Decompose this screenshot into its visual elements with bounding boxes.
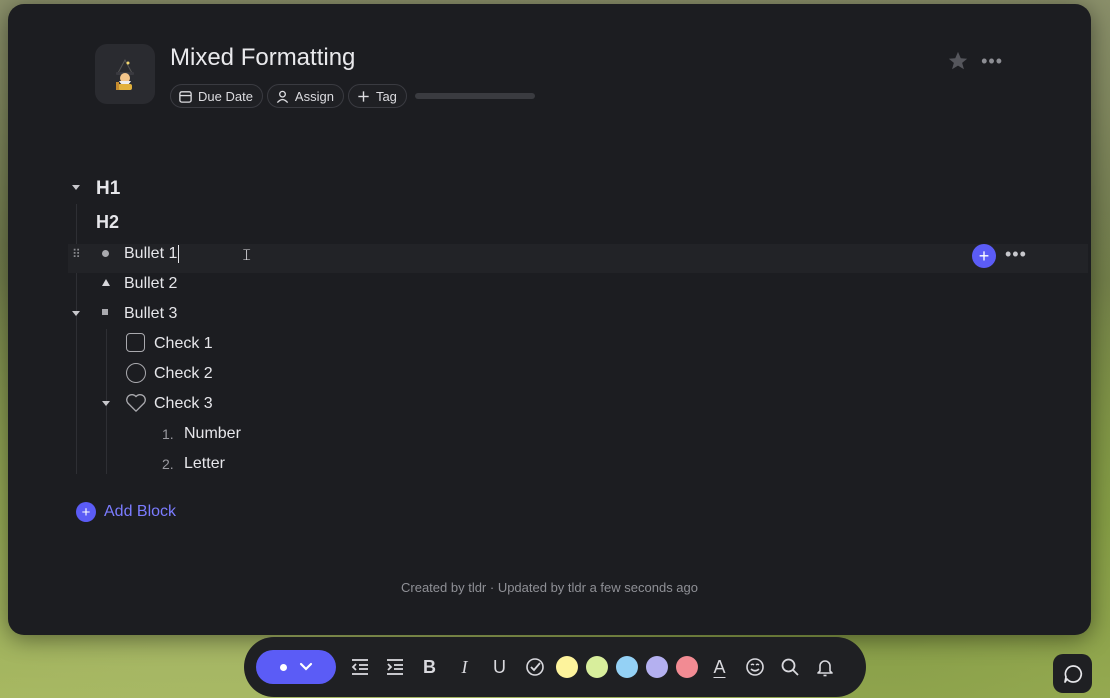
underline-button[interactable]: U bbox=[482, 650, 517, 684]
search-icon bbox=[781, 658, 799, 676]
highlight-blue-swatch[interactable] bbox=[616, 656, 638, 678]
page-actions: ••• bbox=[947, 50, 1003, 72]
heading-2-text: H2 bbox=[96, 212, 120, 232]
due-date-label: Due Date bbox=[198, 88, 253, 104]
add-block-plus-icon: + bbox=[76, 502, 96, 522]
wizard-icon bbox=[116, 58, 134, 90]
due-date-button[interactable]: Due Date bbox=[170, 84, 263, 108]
search-button[interactable] bbox=[772, 650, 807, 684]
bold-button[interactable]: B bbox=[412, 650, 447, 684]
number-text: Number bbox=[184, 425, 241, 442]
page-emoji-icon[interactable] bbox=[95, 44, 155, 104]
checkbox-heart-icon[interactable] bbox=[125, 393, 147, 413]
bullet-3-text: Bullet 3 bbox=[124, 305, 178, 322]
plus-icon bbox=[358, 90, 369, 102]
text-cursor bbox=[178, 245, 180, 263]
bell-icon bbox=[816, 660, 833, 677]
page-properties: Due Date Assign Tag bbox=[170, 84, 535, 108]
row-more-icon[interactable]: ••• bbox=[1005, 245, 1027, 263]
assign-button[interactable]: Assign bbox=[266, 84, 344, 108]
i-beam-cursor-icon: 𝙸 bbox=[241, 247, 253, 264]
star-icon[interactable] bbox=[947, 50, 969, 72]
text-color-button[interactable]: A bbox=[702, 650, 737, 684]
formatting-toolbar: B I U A bbox=[244, 637, 866, 697]
check-3-indent-guide bbox=[106, 419, 107, 474]
tag-button[interactable]: Tag bbox=[347, 84, 407, 108]
numbered-item-2[interactable]: 2. Letter bbox=[162, 455, 225, 473]
check-circle-icon bbox=[525, 658, 544, 676]
h1-collapse-caret[interactable] bbox=[72, 185, 80, 190]
outdent-button[interactable] bbox=[342, 650, 377, 684]
chevron-down-icon bbox=[299, 662, 312, 671]
bullet-triangle-icon bbox=[102, 279, 110, 286]
bullet-2-text: Bullet 2 bbox=[124, 275, 178, 292]
bullet-3[interactable]: Bullet 3 bbox=[124, 305, 177, 323]
heading-1[interactable]: H1 bbox=[96, 178, 120, 200]
add-block-label: Add Block bbox=[104, 503, 177, 520]
check-1-text: Check 1 bbox=[154, 335, 213, 352]
check-2-text: Check 2 bbox=[154, 365, 213, 382]
progress-bar bbox=[414, 93, 535, 99]
reminder-button[interactable] bbox=[807, 650, 842, 684]
bullet-1[interactable]: Bullet 1 bbox=[124, 245, 180, 263]
drag-handle-icon[interactable]: ⠿ bbox=[72, 247, 81, 261]
tag-label: Tag bbox=[375, 88, 397, 104]
heading-2[interactable]: H2 bbox=[96, 212, 119, 233]
check-3-collapse-caret[interactable] bbox=[102, 401, 110, 406]
page-footer: Created by tldr · Updated by tldr a few … bbox=[401, 580, 698, 595]
check-3[interactable]: Check 3 bbox=[154, 395, 213, 413]
bullet-1-text: Bullet 1 bbox=[124, 245, 178, 262]
person-icon bbox=[276, 90, 289, 103]
italic-button[interactable]: I bbox=[447, 650, 482, 684]
heading-1-text: H1 bbox=[96, 178, 121, 199]
add-block-button[interactable]: + Add Block bbox=[76, 502, 176, 522]
numbered-item-1[interactable]: 1. Number bbox=[162, 425, 241, 443]
check-button[interactable] bbox=[517, 650, 552, 684]
check-3-text: Check 3 bbox=[154, 395, 213, 412]
bullet-square-icon bbox=[102, 309, 108, 315]
highlight-red-swatch[interactable] bbox=[676, 656, 698, 678]
number-marker: 2. bbox=[162, 456, 174, 472]
indent-button[interactable] bbox=[377, 650, 412, 684]
emoji-button[interactable] bbox=[737, 650, 772, 684]
check-2[interactable]: Check 2 bbox=[154, 365, 213, 383]
page-title[interactable]: Mixed Formatting bbox=[170, 44, 355, 72]
active-row-highlight bbox=[68, 244, 1088, 273]
calendar-icon bbox=[179, 90, 192, 103]
highlight-yellow-swatch[interactable] bbox=[556, 656, 578, 678]
smiley-icon bbox=[745, 658, 764, 676]
bullet-dot-icon bbox=[102, 250, 109, 257]
document-card: Mixed Formatting Due Date Assign Tag •••… bbox=[8, 4, 1091, 635]
page-more-icon[interactable]: ••• bbox=[981, 52, 1003, 70]
bullet-2[interactable]: Bullet 2 bbox=[124, 275, 177, 293]
bullet-type-icon bbox=[279, 663, 287, 671]
chat-button[interactable] bbox=[1053, 654, 1092, 693]
assign-label: Assign bbox=[294, 88, 334, 104]
highlight-green-swatch[interactable] bbox=[586, 656, 608, 678]
check-1[interactable]: Check 1 bbox=[154, 335, 213, 353]
indent-icon bbox=[386, 659, 403, 675]
number-marker: 1. bbox=[162, 426, 174, 442]
highlight-purple-swatch[interactable] bbox=[646, 656, 668, 678]
letter-text: Letter bbox=[184, 455, 225, 472]
add-row-button[interactable]: + bbox=[972, 244, 996, 268]
checkbox-circle-icon[interactable] bbox=[126, 363, 146, 383]
bullet-3-collapse-caret[interactable] bbox=[72, 311, 80, 316]
checkbox-square-icon[interactable] bbox=[126, 333, 145, 352]
block-type-select[interactable] bbox=[256, 650, 336, 684]
outdent-icon bbox=[351, 659, 368, 675]
chat-bubble-icon bbox=[1063, 664, 1082, 683]
